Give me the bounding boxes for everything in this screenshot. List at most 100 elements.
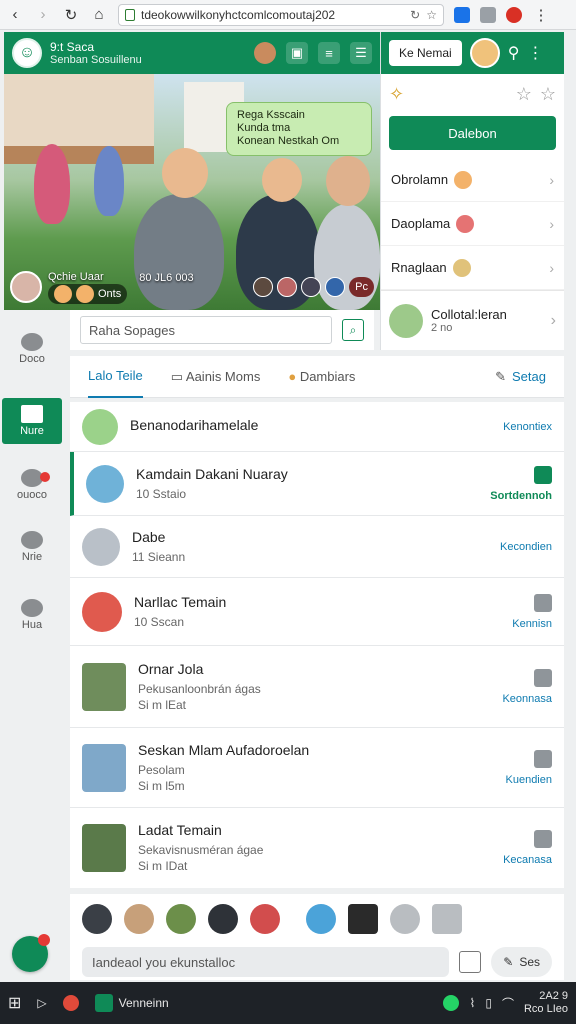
nav-item-ouoco[interactable]: ouoco: [2, 462, 62, 508]
nav-label: Nrie: [21, 551, 43, 563]
screen-icon[interactable]: ▣: [286, 42, 308, 64]
child-head: [262, 158, 302, 202]
chat-icon: [21, 333, 43, 351]
contact-card[interactable]: Collotal:leran 2 no ›: [381, 290, 564, 350]
sticker-avatar[interactable]: [208, 904, 238, 934]
chat-action[interactable]: Kecondien: [500, 541, 552, 553]
nav-item-nure[interactable]: Nure: [2, 398, 62, 444]
bubble-line: Kunda tma: [237, 122, 291, 134]
clock[interactable]: 2A2 9 Rco LIeo: [524, 990, 568, 1016]
participant-thumb[interactable]: [277, 277, 298, 297]
message-composer: Iandeaol you ekunstalloc ✎ Ses: [70, 944, 564, 980]
list-item[interactable]: Benanodarihamelale Kenontiex: [70, 402, 564, 452]
list-item[interactable]: Narllac Temain 10 Sscan Kennisn: [70, 578, 564, 646]
search-input[interactable]: Raha Sopages: [80, 316, 332, 344]
panel-item[interactable]: Rnaglaan ›: [381, 246, 564, 290]
list-item[interactable]: Ladat Temain Sekavisnusméran ágae Si m I…: [70, 808, 564, 888]
settings-label: Setag: [512, 369, 546, 384]
circle-icon: ●: [288, 369, 297, 384]
user-avatar[interactable]: ☺: [12, 38, 42, 68]
expand-icon[interactable]: [534, 593, 552, 612]
whatsapp-icon[interactable]: [443, 995, 460, 1011]
video-call-area[interactable]: Rega Ksscain Kunda tma Konean Nestkah Om…: [4, 74, 380, 310]
chat-avatar: [82, 591, 122, 632]
play-icon[interactable]: ▷: [37, 996, 46, 1010]
end-call-pill[interactable]: Pc: [349, 277, 374, 297]
contact-button[interactable]: Ke Nemai: [389, 40, 462, 66]
nav-item-doco[interactable]: Doco: [2, 326, 62, 372]
sticker-avatar[interactable]: [166, 904, 196, 934]
list-item[interactable]: Kamdain Dakani Nuaray 10 Sstaio Sortdenn…: [70, 452, 564, 516]
sticker-avatar[interactable]: [306, 904, 336, 934]
extension-icon[interactable]: [454, 6, 470, 23]
chat-action[interactable]: Kenontiex: [503, 421, 552, 433]
expand-icon[interactable]: [534, 830, 552, 848]
notification-badge: [40, 472, 50, 482]
sticker-avatar[interactable]: [82, 904, 112, 934]
chat-action[interactable]: Kuendien: [506, 774, 553, 786]
participant-thumb[interactable]: [301, 277, 322, 297]
nav-item-hua[interactable]: Hua: [2, 592, 62, 638]
pin-icon[interactable]: [390, 904, 420, 934]
attach-icon[interactable]: ⌇: [469, 996, 475, 1010]
back-icon[interactable]: ‹: [6, 6, 24, 24]
lock-icon: [125, 8, 135, 21]
bookmark-icon[interactable]: ✧: [389, 84, 404, 105]
star-icon[interactable]: ☆: [540, 84, 556, 105]
sticker-avatar[interactable]: [124, 904, 154, 934]
chrome-icon[interactable]: [62, 995, 79, 1011]
participant-thumb[interactable]: [253, 277, 274, 297]
settings-link[interactable]: ✎ Setag: [495, 369, 546, 385]
menu-icon[interactable]: ⋮: [532, 6, 550, 24]
calendar-icon[interactable]: [534, 465, 552, 484]
nav-item-nrie[interactable]: Nrie: [2, 524, 62, 570]
participant-avatar[interactable]: [254, 42, 276, 64]
list-item[interactable]: Ornar Jola Pekusanloonbrán ágas Si m lEa…: [70, 646, 564, 728]
address-bar[interactable]: tdeokowwilkonyhctcomlcomoutaj202 ↻ ☆: [118, 3, 444, 26]
profile-avatar[interactable]: [469, 38, 500, 68]
right-panel: Ke Nemai ⚲ ⋮ ✧ ☆ ☆ Dalebon Obrolamn › Da…: [380, 32, 564, 350]
reaction-pill[interactable]: Onts: [48, 283, 128, 304]
panel-item[interactable]: Daoplama ›: [381, 202, 564, 246]
search-icon[interactable]: ⌕: [342, 319, 364, 341]
reload-icon[interactable]: ↻: [62, 6, 80, 24]
taskbar-app[interactable]: Venneinn: [94, 994, 169, 1012]
tab-dambiars[interactable]: ● Dambiars: [288, 369, 355, 384]
participant-thumb[interactable]: [325, 277, 346, 297]
chat-action[interactable]: Keonnasa: [502, 693, 552, 705]
hamburger-icon[interactable]: ☰: [350, 42, 372, 64]
list-item[interactable]: Dabe 11 Sieann Kecondien: [70, 516, 564, 578]
image-icon[interactable]: [480, 6, 496, 23]
star-icon[interactable]: ☆: [516, 84, 532, 105]
sticker-avatar[interactable]: [250, 904, 280, 934]
location-icon[interactable]: ⚲: [508, 43, 520, 63]
chat-thumbnail: [82, 824, 126, 872]
template-icon[interactable]: [459, 951, 482, 973]
primary-action-button[interactable]: Dalebon: [389, 116, 556, 150]
panel-item[interactable]: Obrolamn ›: [381, 158, 564, 202]
speaker-avatar[interactable]: [10, 271, 42, 303]
reload-small-icon[interactable]: ↻: [410, 8, 420, 22]
forward-icon[interactable]: ›: [34, 6, 52, 24]
floating-action-button[interactable]: [12, 934, 50, 972]
windows-icon[interactable]: ⊞: [8, 993, 21, 1013]
more-icon[interactable]: ⋮: [527, 43, 543, 63]
tab-lalo-teile[interactable]: Lalo Teile: [88, 356, 143, 398]
search-row: Raha Sopages ⌕: [70, 310, 374, 350]
expand-icon[interactable]: [534, 749, 552, 768]
emoji-icon: [452, 258, 471, 277]
home-icon[interactable]: ⌂: [90, 6, 108, 24]
record-icon[interactable]: [506, 6, 522, 23]
chat-action[interactable]: Kecanasa: [503, 854, 552, 866]
tab-aainis-moms[interactable]: ▭ Aainis Moms: [171, 369, 261, 385]
graduation-cap-icon[interactable]: [348, 904, 378, 934]
expand-icon[interactable]: [534, 668, 552, 687]
chat-action[interactable]: Sortdennoh: [490, 490, 552, 502]
box-icon[interactable]: [432, 904, 462, 934]
chat-action[interactable]: Kennisn: [512, 618, 552, 630]
message-input[interactable]: Iandeaol you ekunstalloc: [82, 947, 450, 977]
star-icon[interactable]: ☆: [426, 8, 437, 22]
list-icon[interactable]: ≡: [318, 42, 340, 64]
send-button[interactable]: ✎ Ses: [491, 947, 552, 977]
list-item[interactable]: Seskan Mlam Aufadoroelan Pesolam Si m l5…: [70, 728, 564, 808]
